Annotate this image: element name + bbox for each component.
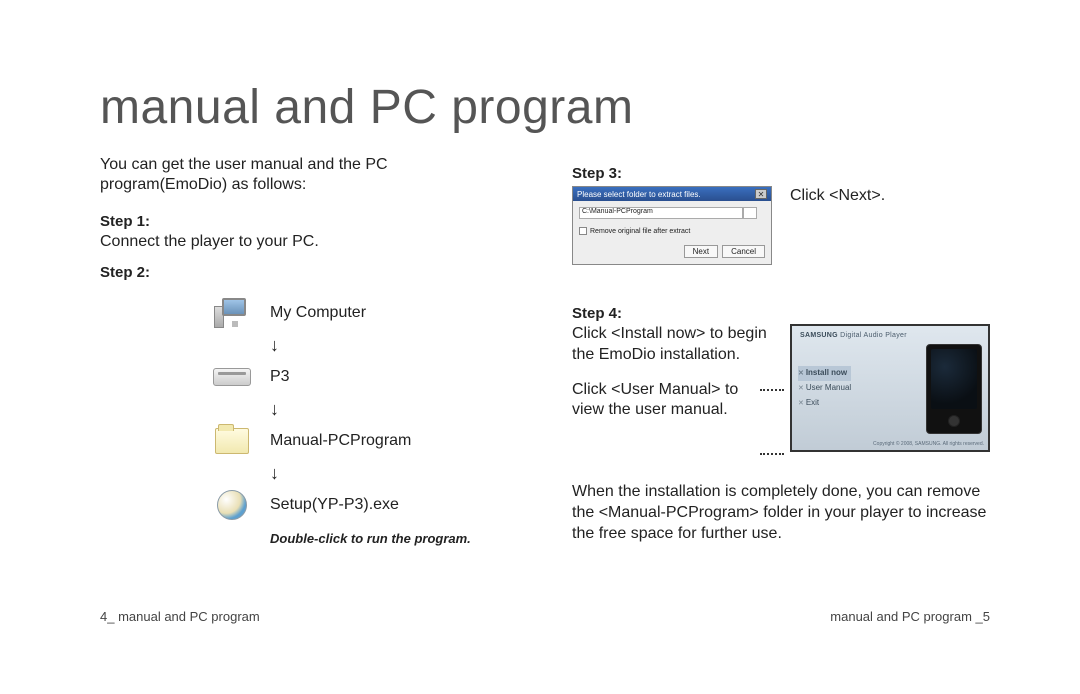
remove-checkbox-label: Remove original file after extract (590, 228, 690, 235)
dotted-line (760, 389, 784, 391)
page-title: manual and PC program (100, 80, 990, 135)
step3-text: Click <Next>. (790, 186, 885, 206)
setup-exe-icon (210, 487, 254, 523)
step1-text: Connect the player to your PC. (100, 232, 512, 252)
installer-subtitle: Digital Audio Player (840, 332, 907, 339)
dotted-line (760, 453, 784, 455)
page-number-right: 5 (983, 609, 990, 624)
my-computer-label: My Computer (270, 304, 366, 322)
arrow-down-icon: ↓ (270, 335, 512, 355)
setup-exe-label: Setup(YP-P3).exe (270, 496, 399, 514)
device-illustration (926, 344, 982, 434)
intro-text: You can get the user manual and the PC p… (100, 155, 512, 195)
next-button[interactable]: Next (684, 245, 718, 258)
installer-user-manual[interactable]: User Manual (798, 381, 851, 396)
left-column: You can get the user manual and the PC p… (100, 155, 512, 548)
double-click-caption: Double-click to run the program. (270, 531, 512, 548)
step1-label: Step 1: (100, 213, 512, 230)
my-computer-icon (210, 295, 254, 331)
footer-right: manual and PC program _5 (830, 609, 990, 624)
footer-left-text: _ manual and PC program (107, 609, 259, 624)
dialog-title-text: Please select folder to extract files. (577, 190, 701, 199)
right-column: Step 3: Please select folder to extract … (572, 155, 990, 548)
folder-icon (210, 423, 254, 459)
close-icon[interactable]: ✕ (755, 189, 767, 199)
installer-copyright: Copyright © 2008, SAMSUNG. All rights re… (873, 441, 984, 447)
drive-icon (210, 359, 254, 395)
path-input[interactable]: C:\Manual-PCProgram (579, 207, 743, 219)
finish-text: When the installation is completely done… (572, 482, 990, 544)
step2-label: Step 2: (100, 264, 512, 281)
drive-label: P3 (270, 368, 290, 386)
arrow-down-icon: ↓ (270, 463, 512, 483)
cancel-button[interactable]: Cancel (722, 245, 765, 258)
extract-dialog: Please select folder to extract files. ✕… (572, 186, 772, 265)
footer-left: 4_ manual and PC program (100, 609, 260, 624)
step3-label: Step 3: (572, 165, 990, 182)
dialog-titlebar: Please select folder to extract files. ✕ (573, 187, 771, 201)
navigation-path: My Computer ↓ P3 ↓ Manual-PCProgram ↓ Se… (210, 291, 512, 548)
step4-text-install: Click <Install now> to begin the EmoDio … (572, 324, 772, 366)
folder-label: Manual-PCProgram (270, 432, 411, 450)
footer-right-text: manual and PC program _ (830, 609, 982, 624)
step4-label: Step 4: (572, 305, 990, 322)
arrow-down-icon: ↓ (270, 399, 512, 419)
remove-checkbox[interactable] (579, 227, 587, 235)
installer-screenshot: SAMSUNG Digital Audio Player Install now… (790, 324, 990, 452)
browse-button[interactable] (743, 207, 757, 219)
installer-brand: SAMSUNG (800, 332, 838, 339)
step4-text-manual: Click <User Manual> to view the user man… (572, 380, 772, 422)
installer-install-now[interactable]: Install now (798, 366, 851, 381)
installer-exit[interactable]: Exit (798, 396, 851, 411)
